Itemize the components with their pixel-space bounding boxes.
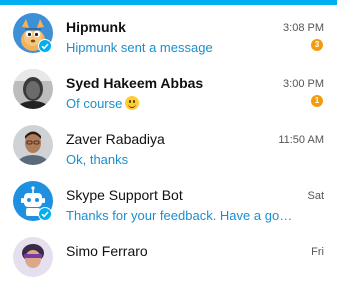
conversation-row-syed-hakeem-abbas[interactable]: Syed Hakeem Abbas Of course 3:00 PM 1: [0, 61, 337, 117]
contact-name: Syed Hakeem Abbas: [66, 75, 204, 91]
last-message: Hipmunk sent a message: [66, 40, 213, 55]
contact-name: Simo Ferraro: [66, 243, 148, 259]
message-time: 3:08 PM: [283, 22, 324, 34]
verified-check-icon: [38, 207, 52, 221]
contact-avatar: [13, 69, 53, 109]
profile-photo-icon: [13, 125, 53, 165]
contact-name: Hipmunk: [66, 19, 126, 35]
conversation-row-skype-support-bot[interactable]: Skype Support Bot Thanks for your feedba…: [0, 173, 337, 229]
unread-badge: 1: [311, 95, 323, 107]
contact-name: Skype Support Bot: [66, 187, 183, 203]
message-time: 3:00 PM: [283, 78, 324, 90]
last-message: Of course: [66, 96, 296, 111]
message-time: Sat: [307, 190, 324, 202]
last-message: Thanks for your feedback. Have a good da…: [66, 208, 296, 223]
conversation-row-zaver-rabadiya[interactable]: Zaver Rabadiya Ok, thanks 11:50 AM: [0, 117, 337, 173]
conversation-row-hipmunk[interactable]: Hipmunk Hipmunk sent a message 3:08 PM 3: [0, 5, 337, 61]
message-time: 11:50 AM: [278, 134, 324, 146]
message-time: Fri: [311, 246, 324, 258]
contact-avatar: [13, 237, 53, 277]
contact-avatar: [13, 125, 53, 165]
verified-check-icon: [38, 39, 52, 53]
conversation-row-simo-ferraro[interactable]: Simo Ferraro Fri: [0, 229, 337, 285]
unread-badge: 3: [311, 39, 323, 51]
smiley-emoji-icon: [125, 96, 140, 110]
last-message: Ok, thanks: [66, 152, 129, 167]
conversation-list: Hipmunk Hipmunk sent a message 3:08 PM 3…: [0, 5, 337, 285]
profile-photo-icon: [13, 237, 53, 277]
contact-name: Zaver Rabadiya: [66, 131, 165, 147]
profile-photo-icon: [13, 69, 53, 109]
